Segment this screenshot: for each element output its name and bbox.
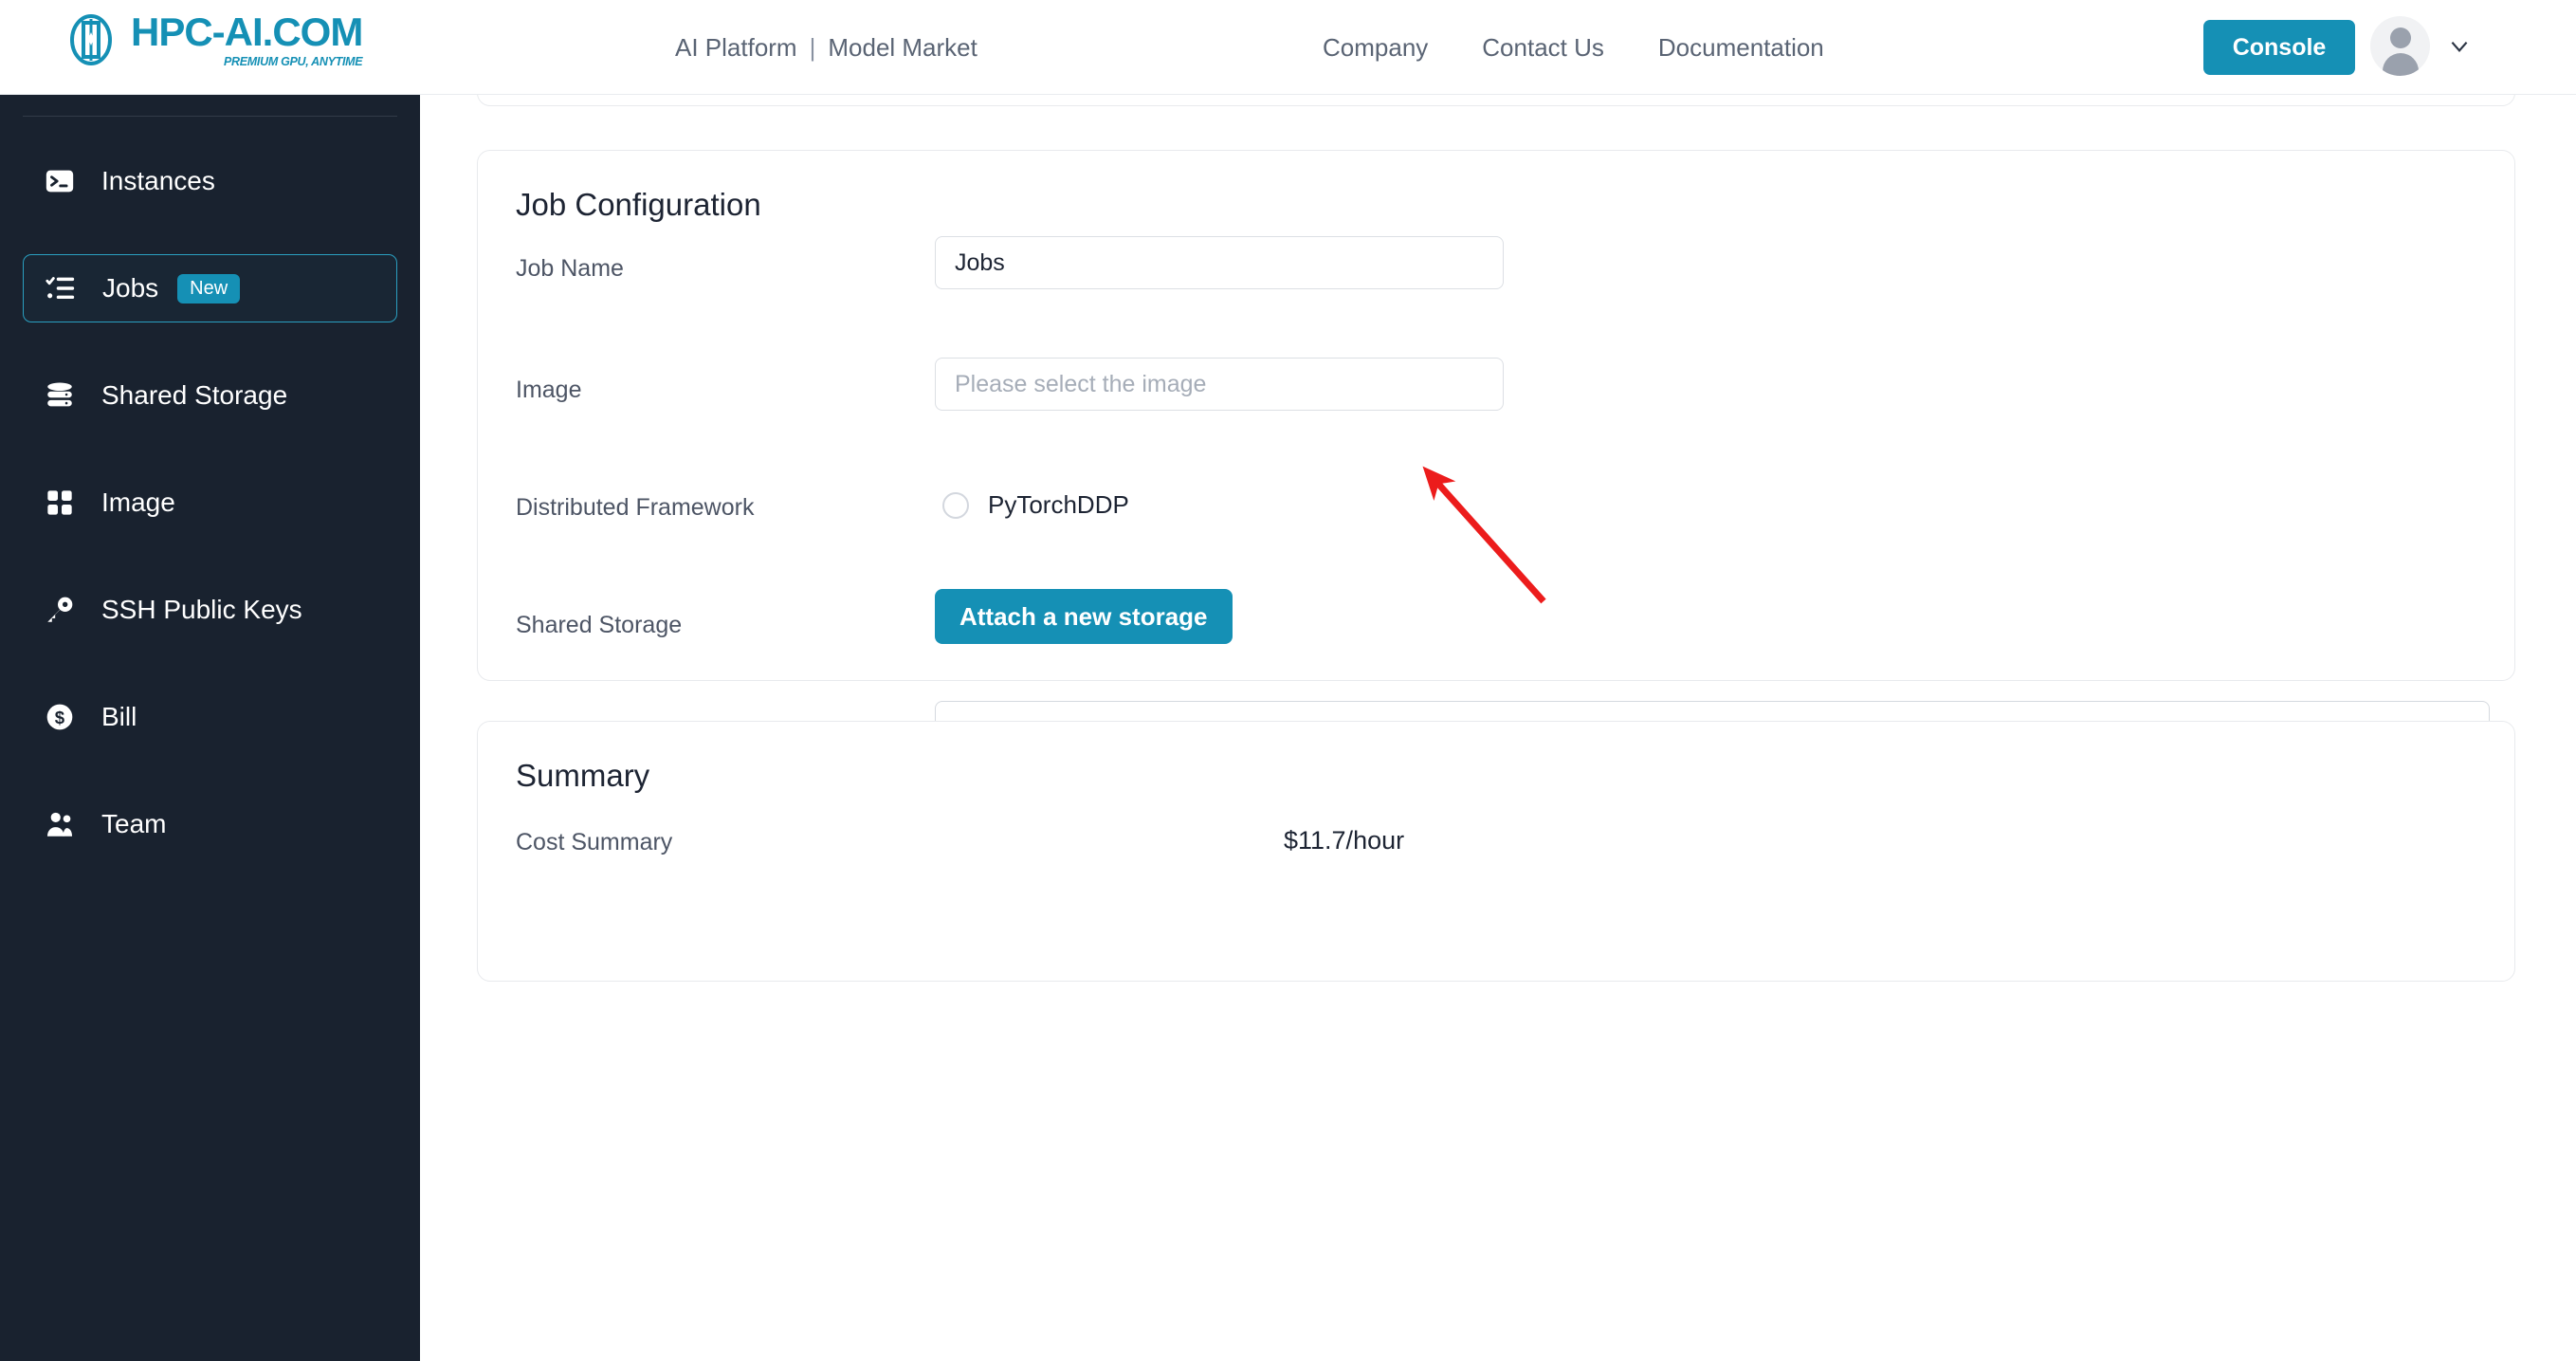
job-name-input[interactable] bbox=[935, 236, 1504, 289]
console-button[interactable]: Console bbox=[2203, 20, 2355, 75]
key-icon bbox=[42, 592, 78, 628]
sidebar-navigation: Instances Jobs New Shared Storage Image … bbox=[0, 95, 420, 1361]
people-group-icon bbox=[42, 806, 78, 842]
sidebar-item-list: Instances Jobs New Shared Storage Image … bbox=[0, 147, 420, 897]
radio-circle-icon[interactable] bbox=[942, 491, 969, 519]
dollar-circle-icon: $ bbox=[42, 699, 78, 735]
nav-link-ai-platform[interactable]: AI Platform bbox=[675, 33, 797, 63]
status-badge-new: New bbox=[177, 273, 241, 303]
hpc-ai-globe-logo-icon bbox=[70, 14, 112, 65]
shared-storage-label: Shared Storage bbox=[516, 612, 683, 638]
brand-logo[interactable]: HPC-AI.COM PREMIUM GPU, ANYTIME bbox=[64, 9, 363, 68]
attach-new-storage-button[interactable]: Attach a new storage bbox=[935, 589, 1233, 644]
summary-card: Summary Cost Summary $11.7/hour bbox=[477, 721, 2515, 982]
top-navigation-bar: HPC-AI.COM PREMIUM GPU, ANYTIME AI Platf… bbox=[0, 0, 2576, 95]
sidebar-item-bill[interactable]: $ Bill bbox=[23, 683, 397, 751]
svg-text:$: $ bbox=[55, 708, 65, 727]
sidebar-item-label: Image bbox=[101, 487, 175, 517]
job-name-label: Job Name bbox=[516, 255, 624, 282]
cost-summary-value: $11.7/hour bbox=[1284, 826, 1405, 855]
previous-card-partial bbox=[477, 95, 2515, 106]
sidebar-item-label: Team bbox=[101, 809, 167, 838]
brand-name-text: HPC-AI.COM bbox=[131, 9, 363, 54]
sidebar-item-label: SSH Public Keys bbox=[101, 595, 302, 624]
sidebar-item-label: Jobs bbox=[102, 273, 159, 303]
user-menu[interactable] bbox=[2370, 16, 2472, 76]
cost-summary-label: Cost Summary bbox=[516, 829, 673, 855]
sidebar-item-image[interactable]: Image bbox=[23, 469, 397, 537]
image-label: Image bbox=[516, 377, 582, 403]
nav-link-model-market[interactable]: Model Market bbox=[828, 33, 977, 63]
sidebar-item-team[interactable]: Team bbox=[23, 790, 397, 858]
primary-nav-group: AI Platform | Model Market bbox=[675, 0, 977, 95]
framework-radio-pytorchddp[interactable]: PyTorchDDP bbox=[942, 490, 1129, 520]
nav-separator: | bbox=[809, 32, 816, 62]
chevron-down-icon[interactable] bbox=[2447, 34, 2472, 59]
sidebar-item-instances[interactable]: Instances bbox=[23, 147, 397, 215]
terminal-icon bbox=[42, 163, 78, 199]
brand-tagline-text: PREMIUM GPU, ANYTIME bbox=[224, 55, 363, 68]
sidebar-divider bbox=[23, 116, 397, 117]
distributed-framework-label: Distributed Framework bbox=[516, 494, 755, 521]
framework-option-label: PyTorchDDP bbox=[988, 490, 1129, 519]
checklist-icon bbox=[43, 270, 79, 306]
sidebar-item-label: Bill bbox=[101, 702, 137, 731]
nav-link-documentation[interactable]: Documentation bbox=[1658, 33, 1824, 63]
grid-squares-icon bbox=[42, 485, 78, 521]
user-avatar-icon[interactable] bbox=[2370, 16, 2430, 76]
app-root: HPC-AI.COM PREMIUM GPU, ANYTIME AI Platf… bbox=[0, 0, 2576, 1361]
sidebar-item-shared-storage[interactable]: Shared Storage bbox=[23, 361, 397, 430]
sidebar-item-ssh-public-keys[interactable]: SSH Public Keys bbox=[23, 576, 397, 644]
nav-link-contact-us[interactable]: Contact Us bbox=[1482, 33, 1604, 63]
main-content-area: Job Configuration Job Name Image Distrib… bbox=[420, 95, 2576, 1361]
nav-link-company[interactable]: Company bbox=[1323, 33, 1428, 63]
secondary-nav-group: Company Contact Us Documentation bbox=[1323, 0, 1824, 95]
summary-title: Summary bbox=[516, 758, 650, 793]
page-title: Job Configuration bbox=[516, 187, 761, 222]
sidebar-item-jobs[interactable]: Jobs New bbox=[23, 254, 397, 322]
server-storage-icon bbox=[42, 377, 78, 414]
sidebar-item-label: Shared Storage bbox=[101, 380, 288, 410]
job-configuration-card: Job Configuration Job Name Image Distrib… bbox=[477, 150, 2515, 919]
sidebar-item-label: Instances bbox=[101, 166, 215, 195]
image-select-input[interactable] bbox=[935, 358, 1504, 411]
